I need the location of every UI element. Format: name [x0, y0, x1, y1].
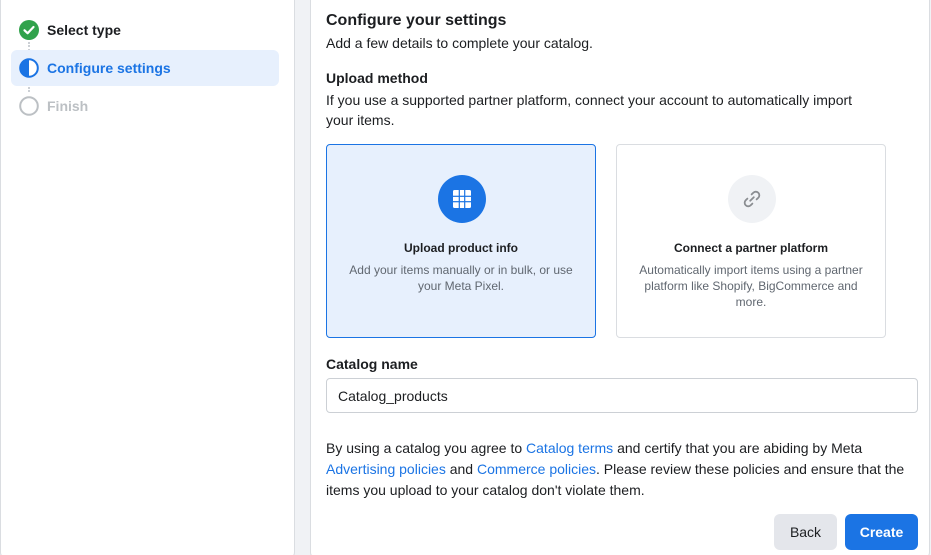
create-button[interactable]: Create	[845, 514, 918, 550]
page-subtitle: Add a few details to complete your catal…	[326, 35, 593, 51]
half-circle-icon	[19, 58, 39, 78]
terms-text: and certify that you are abiding by Meta	[613, 440, 863, 456]
upload-method-label: Upload method	[326, 70, 428, 86]
option-title: Connect a partner platform	[673, 241, 829, 255]
upload-product-info-option[interactable]: Upload product info Add your items manua…	[326, 144, 596, 338]
advertising-policies-link[interactable]: Advertising policies	[326, 461, 446, 477]
grid-icon	[453, 190, 471, 208]
catalog-name-input[interactable]	[326, 378, 918, 413]
upload-method-description: If you use a supported partner platform,…	[326, 92, 853, 128]
step-finish[interactable]: Finish	[11, 88, 279, 124]
commerce-policies-link[interactable]: Commerce policies	[477, 461, 596, 477]
empty-circle-icon	[19, 96, 39, 116]
catalog-terms-notice: By using a catalog you agree to Catalog …	[326, 438, 916, 501]
grid-icon-circle	[438, 175, 486, 223]
option-title: Upload product info	[404, 241, 518, 255]
link-icon	[743, 190, 761, 208]
step-label: Finish	[47, 98, 89, 114]
step-select-type[interactable]: Select type	[11, 12, 279, 48]
catalog-name-label: Catalog name	[326, 356, 418, 372]
option-description: Add your items manually or in bulk, or u…	[349, 263, 573, 293]
step-configure-settings[interactable]: Configure settings	[11, 50, 279, 86]
catalog-terms-link[interactable]: Catalog terms	[526, 440, 613, 456]
terms-text: By using a catalog you agree to	[326, 440, 527, 456]
stepper-sidebar: Select type Configure settings Finish	[0, 0, 295, 555]
step-label: Select type	[47, 22, 121, 38]
configure-settings-panel: Configure your settings Add a few detail…	[310, 0, 930, 555]
page-title: Configure your settings	[326, 12, 507, 29]
terms-text: and	[445, 461, 477, 477]
step-label: Configure settings	[47, 60, 171, 76]
back-button[interactable]: Back	[774, 514, 837, 550]
option-description: Automatically import items using a partn…	[639, 263, 863, 309]
link-icon-circle	[728, 175, 776, 223]
connect-partner-platform-option[interactable]: Connect a partner platform Automatically…	[616, 144, 886, 338]
check-circle-icon	[19, 20, 39, 40]
